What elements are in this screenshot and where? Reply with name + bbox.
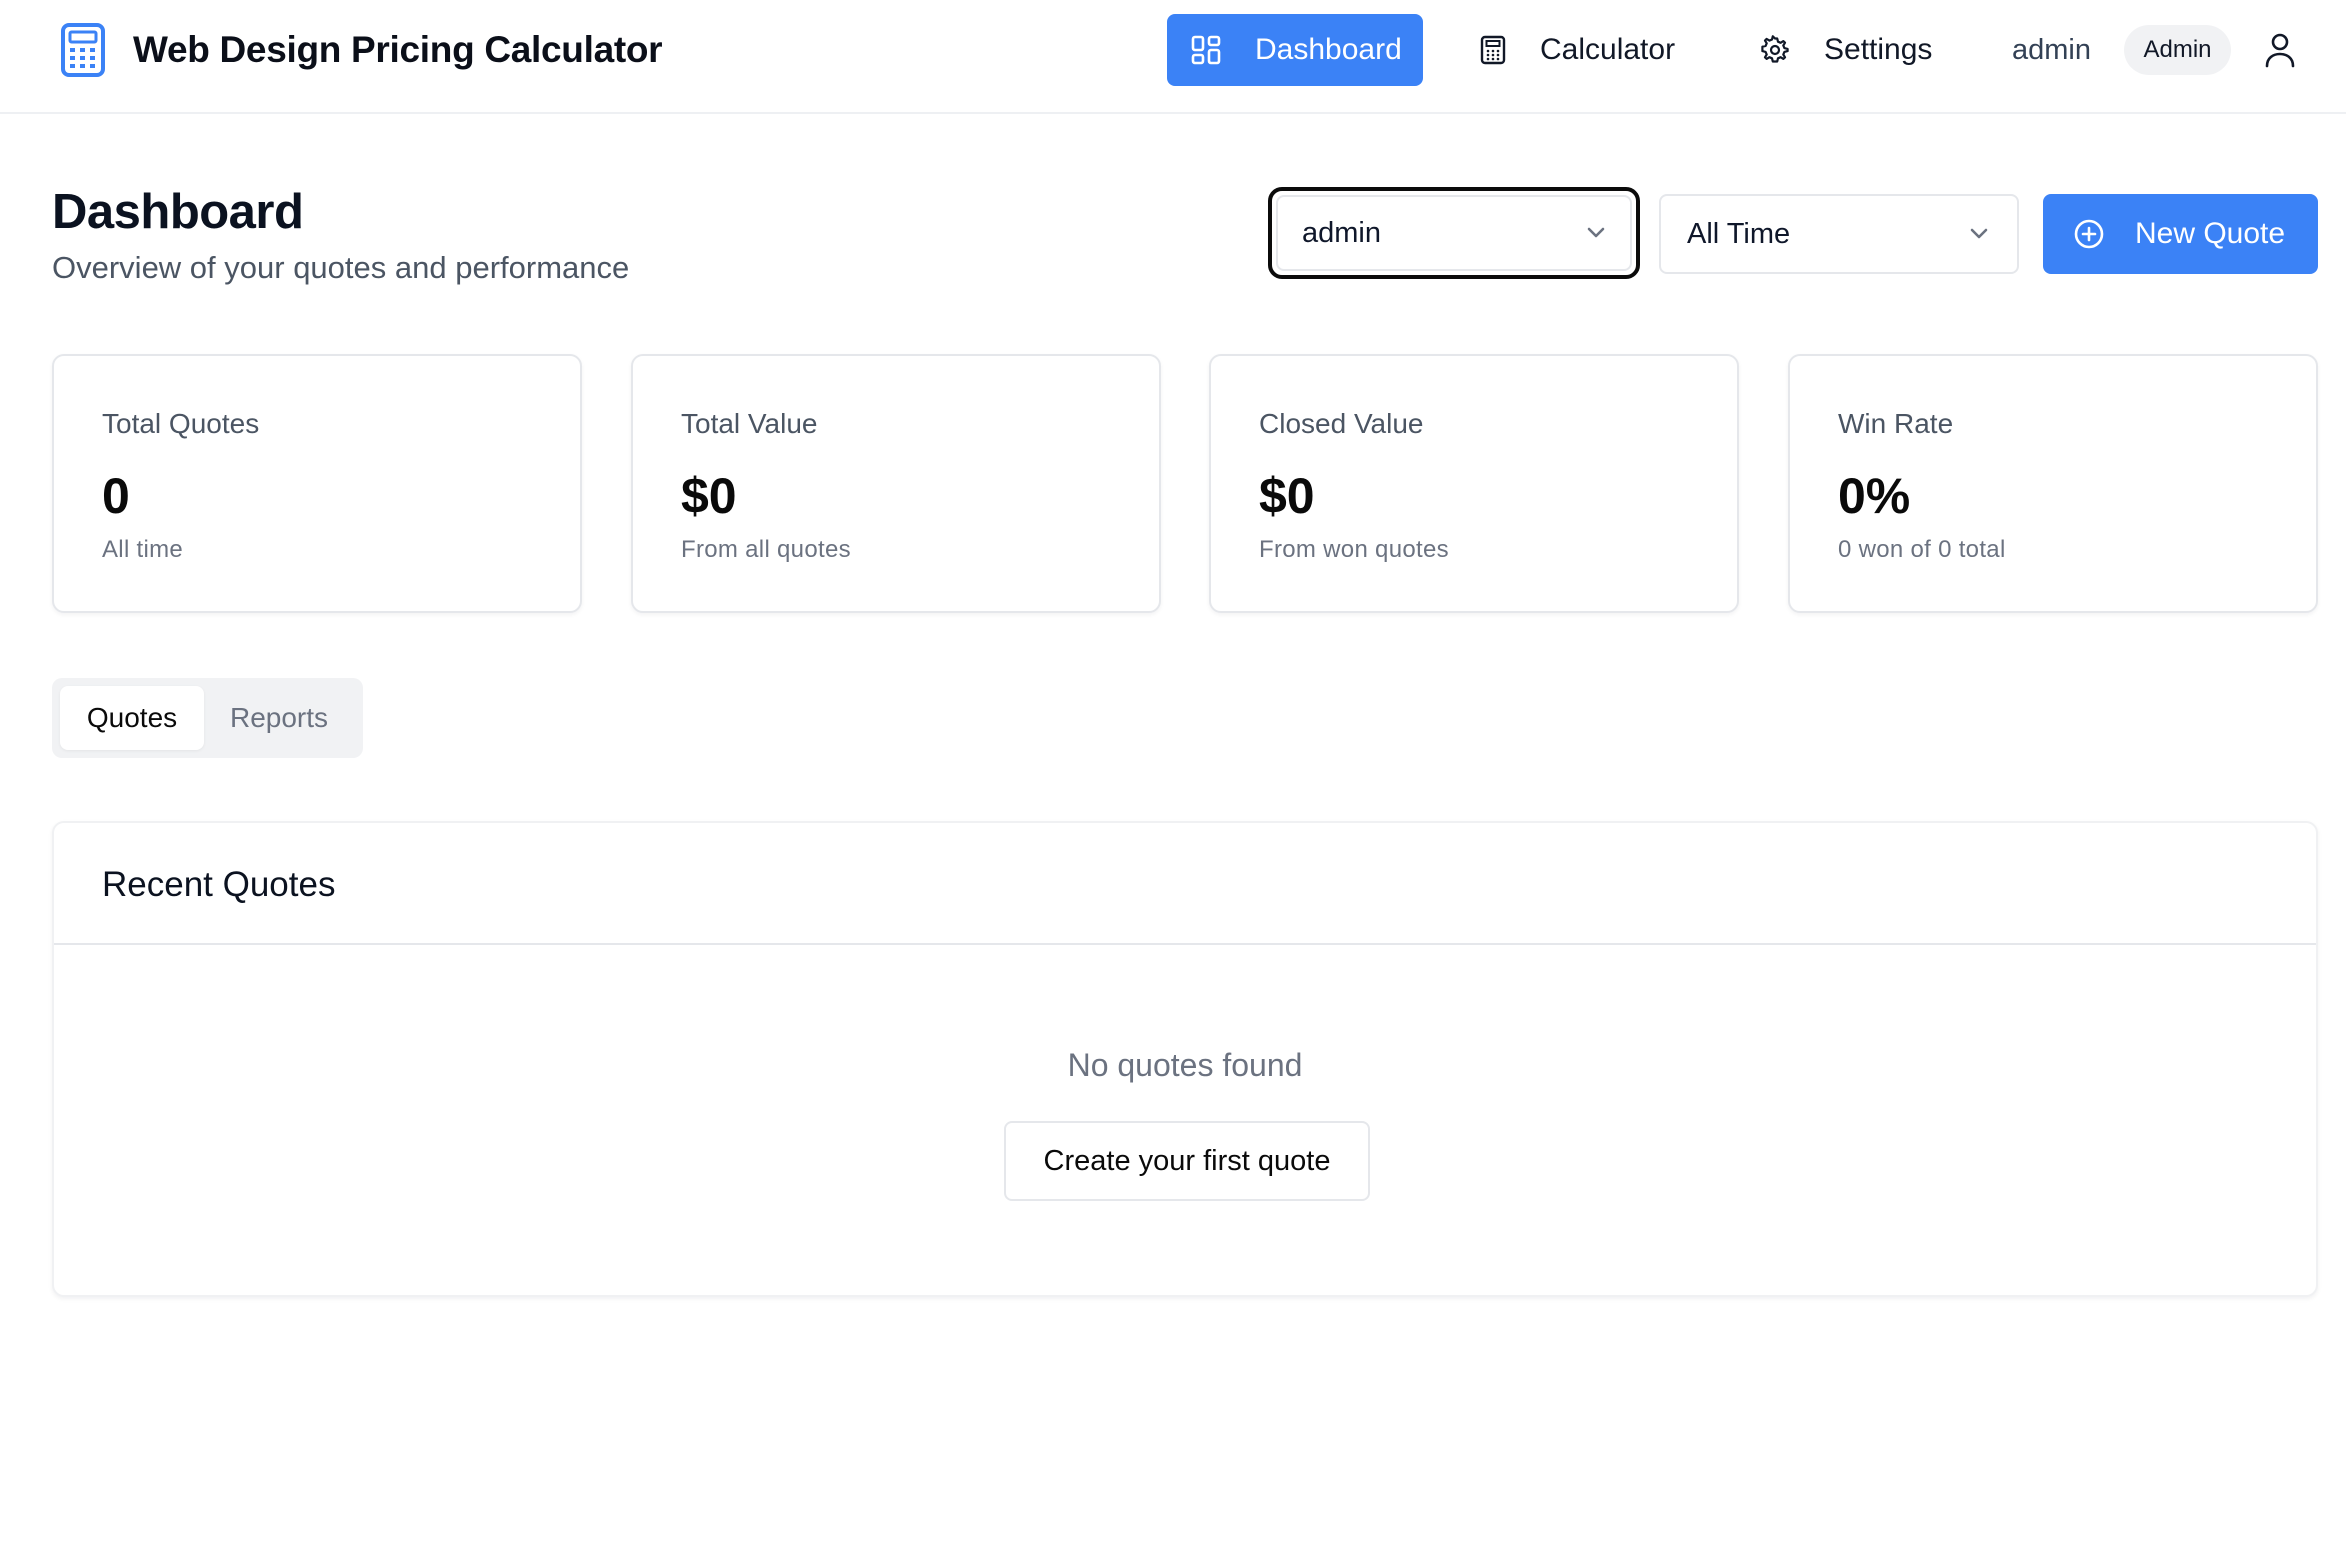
page-subtitle: Overview of your quotes and performance: [52, 250, 630, 285]
time-range-select[interactable]: All Time: [1659, 194, 2019, 274]
plus-circle-icon: [2074, 219, 2104, 249]
stat-card-total-quotes: Total Quotes 0 All time: [52, 354, 582, 613]
nav-settings-label: Settings: [1824, 33, 1933, 66]
time-range-value: All Time: [1687, 217, 1791, 250]
stat-subtext: All time: [102, 536, 184, 563]
app-title: Web Design Pricing Calculator: [133, 29, 663, 70]
stat-value: $0: [681, 468, 737, 524]
calculator-icon: [1480, 35, 1506, 65]
role-badge: Admin: [2124, 25, 2231, 75]
nav-calculator-button[interactable]: Calculator: [1476, 14, 1706, 86]
nav-settings-button[interactable]: Settings: [1756, 14, 1956, 86]
panel-title: Recent Quotes: [102, 865, 336, 904]
stat-label: Win Rate: [1838, 408, 1954, 439]
stat-value: $0: [1259, 468, 1315, 524]
tab-reports[interactable]: Reports: [204, 686, 354, 750]
page-title: Dashboard: [52, 185, 304, 239]
stat-card-win-rate: Win Rate 0% 0 won of 0 total: [1788, 354, 2318, 613]
chevron-down-icon: [1587, 227, 1605, 238]
empty-state-text: No quotes found: [1067, 1047, 1303, 1083]
nav-dashboard-label: Dashboard: [1255, 33, 1402, 66]
stat-label: Closed Value: [1259, 408, 1424, 439]
user-filter-value: admin: [1302, 216, 1381, 249]
stat-label: Total Quotes: [102, 408, 260, 439]
user-name: admin: [2012, 34, 2091, 66]
recent-quotes-panel: Recent Quotes No quotes found Create you…: [52, 821, 2318, 1297]
layout-grid-icon: [1191, 35, 1221, 65]
stat-subtext: From all quotes: [681, 536, 851, 563]
stat-card-closed-value: Closed Value $0 From won quotes: [1209, 354, 1739, 613]
top-header: Web Design Pricing Calculator Dashboard …: [0, 0, 2346, 114]
user-icon[interactable]: [2260, 30, 2300, 70]
create-first-quote-button[interactable]: Create your first quote: [1004, 1121, 1370, 1201]
stat-value: 0%: [1838, 468, 1911, 524]
divider: [54, 943, 2316, 945]
new-quote-button[interactable]: New Quote: [2043, 194, 2318, 274]
tab-list: Quotes Reports: [52, 678, 363, 758]
stat-subtext: From won quotes: [1259, 536, 1449, 563]
chevron-down-icon: [1970, 228, 1988, 239]
nav-calculator-label: Calculator: [1540, 33, 1676, 66]
new-quote-label: New Quote: [2135, 217, 2286, 250]
user-filter-select[interactable]: admin: [1268, 187, 1640, 279]
stat-label: Total Value: [681, 408, 818, 439]
gear-icon: [1761, 35, 1789, 63]
stat-value: 0: [102, 468, 130, 524]
tab-quotes[interactable]: Quotes: [60, 686, 204, 750]
stat-card-total-value: Total Value $0 From all quotes: [631, 354, 1161, 613]
calculator-icon[interactable]: [60, 22, 106, 78]
stat-subtext: 0 won of 0 total: [1838, 536, 2006, 563]
nav-dashboard-button[interactable]: Dashboard: [1167, 14, 1423, 86]
